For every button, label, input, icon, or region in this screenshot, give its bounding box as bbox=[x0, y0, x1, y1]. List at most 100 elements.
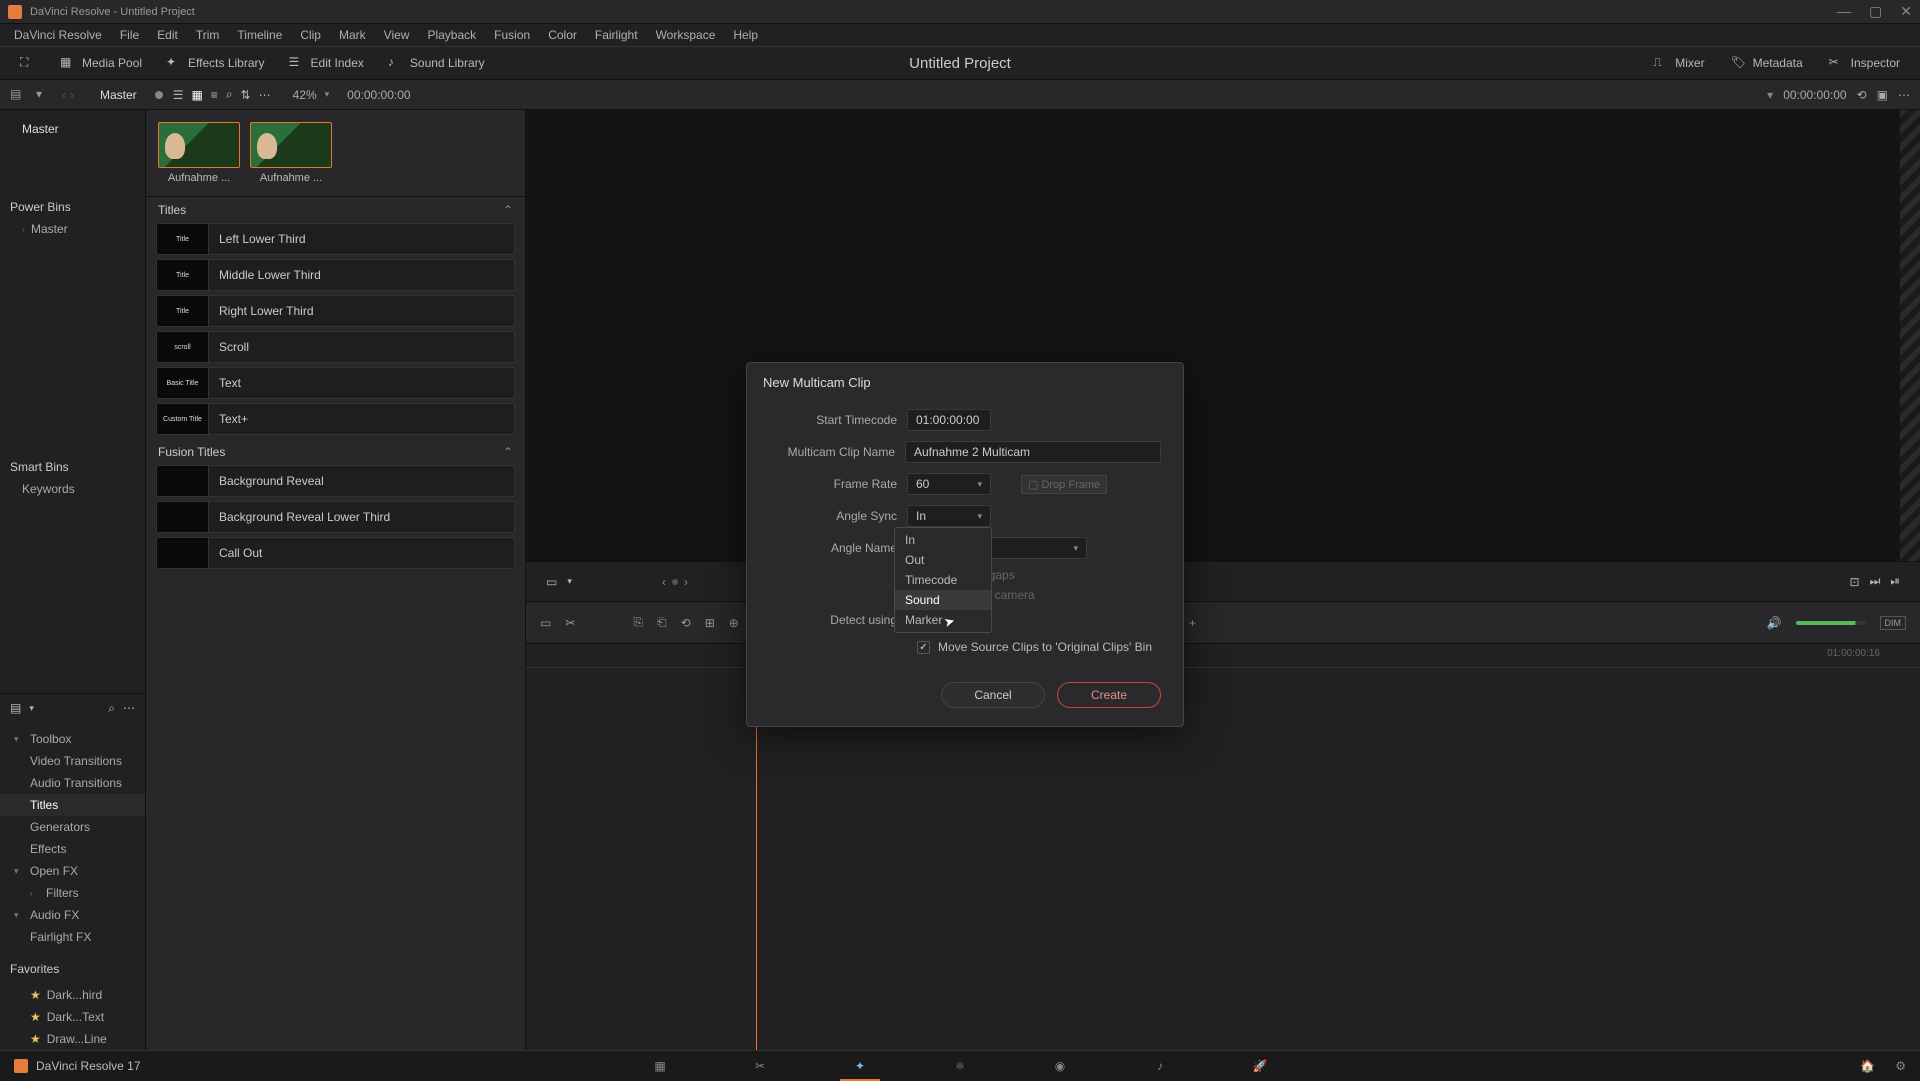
fav-item-2[interactable]: ★Dark...Text bbox=[0, 1006, 145, 1028]
fx-filters[interactable]: ›Filters bbox=[0, 882, 145, 904]
sync-icon[interactable]: ⟲ bbox=[1857, 88, 1867, 102]
more-icon-r[interactable]: ⋯ bbox=[1898, 88, 1910, 102]
fx-view-icon[interactable]: ▤ bbox=[10, 701, 21, 715]
start-tc-input[interactable]: 01:00:00:00 bbox=[907, 409, 991, 431]
dim-button[interactable]: DIM bbox=[1880, 616, 1907, 630]
menu-edit[interactable]: Edit bbox=[149, 26, 186, 44]
viewer-dropdown-icon[interactable]: ▾ bbox=[1767, 88, 1773, 102]
next-clip-icon[interactable]: › bbox=[684, 575, 688, 589]
fx-openfx[interactable]: ▾Open FX bbox=[0, 860, 145, 882]
mixer-button[interactable]: ⎍Mixer bbox=[1645, 51, 1712, 75]
menu-mark[interactable]: Mark bbox=[331, 26, 374, 44]
deliver-page-icon[interactable]: 🚀 bbox=[1250, 1058, 1270, 1074]
title-item[interactable]: TitleRight Lower Third bbox=[156, 295, 515, 327]
fav-item-1[interactable]: ★Dark...hird bbox=[0, 984, 145, 1006]
timeline[interactable]: 01:00:00:16 bbox=[526, 643, 1920, 1050]
append-icon[interactable]: ⊕ bbox=[729, 616, 739, 630]
fx-audiofx[interactable]: ▾Audio FX bbox=[0, 904, 145, 926]
edit-index-button[interactable]: ☰Edit Index bbox=[281, 51, 372, 75]
fx-fairlight[interactable]: Fairlight FX bbox=[0, 926, 145, 948]
frame-rate-select[interactable]: 60▾ bbox=[907, 473, 991, 495]
fusion-title-item[interactable]: Background Reveal Lower Third bbox=[156, 501, 515, 533]
title-item[interactable]: TitleMiddle Lower Third bbox=[156, 259, 515, 291]
sort-icon[interactable]: ⇅ bbox=[241, 88, 251, 102]
list-view-icon[interactable]: ☰ bbox=[173, 88, 184, 102]
cancel-button[interactable]: Cancel bbox=[941, 682, 1045, 708]
settings-icon[interactable]: ⚙ bbox=[1895, 1059, 1906, 1073]
dropdown-option-in[interactable]: In bbox=[895, 530, 991, 550]
menu-app[interactable]: DaVinci Resolve bbox=[6, 26, 110, 44]
angle-sync-select[interactable]: In▾ bbox=[907, 505, 991, 527]
dropdown-option-sound[interactable]: Sound bbox=[895, 590, 991, 610]
blade-tool-icon[interactable]: ✂ bbox=[565, 616, 575, 630]
fx-more-icon[interactable]: ⋯ bbox=[123, 701, 135, 715]
edit-page-icon[interactable]: ✦ bbox=[850, 1058, 870, 1074]
menu-timeline[interactable]: Timeline bbox=[229, 26, 290, 44]
go-last-icon[interactable]: ⏯ bbox=[1890, 574, 1900, 589]
close-icon[interactable]: ✕ bbox=[1900, 3, 1912, 20]
prev-clip-icon[interactable]: ‹ bbox=[662, 575, 666, 589]
fx-toolbox[interactable]: ▾Toolbox bbox=[0, 728, 145, 750]
more-icon[interactable]: ⋯ bbox=[259, 88, 271, 102]
menu-file[interactable]: File bbox=[112, 26, 147, 44]
fit-icon[interactable]: ⊞ bbox=[705, 616, 715, 630]
menu-color[interactable]: Color bbox=[540, 26, 585, 44]
timeline-ruler[interactable]: 01:00:00:16 bbox=[526, 644, 1920, 668]
fusion-title-item[interactable]: Background Reveal bbox=[156, 465, 515, 497]
title-item[interactable]: TitleLeft Lower Third bbox=[156, 223, 515, 255]
menu-view[interactable]: View bbox=[376, 26, 418, 44]
viewer-mode-icon[interactable]: ▭ bbox=[546, 575, 557, 589]
color-page-icon[interactable]: ◉ bbox=[1050, 1058, 1070, 1074]
menu-fairlight[interactable]: Fairlight bbox=[587, 26, 646, 44]
fx-titles[interactable]: Titles bbox=[0, 794, 145, 816]
fusion-page-icon[interactable]: ⚛ bbox=[950, 1058, 970, 1074]
viewer-menu-icon[interactable]: ▾ bbox=[567, 576, 572, 587]
menu-trim[interactable]: Trim bbox=[188, 26, 228, 44]
fx-effects[interactable]: Effects bbox=[0, 838, 145, 860]
zoom-in-icon[interactable]: + bbox=[1189, 616, 1196, 630]
go-end-icon[interactable]: ⏭ bbox=[1870, 574, 1881, 589]
sound-library-button[interactable]: ♪Sound Library bbox=[380, 51, 493, 75]
insert-icon[interactable]: ⎘ bbox=[633, 615, 643, 630]
minimize-icon[interactable]: — bbox=[1837, 3, 1851, 20]
fx-search-icon[interactable]: ⌕ bbox=[108, 701, 115, 716]
bin-view-icon[interactable]: ▤ bbox=[10, 87, 26, 103]
metadata-button[interactable]: 🏷Metadata bbox=[1723, 51, 1811, 75]
dropdown-option-out[interactable]: Out bbox=[895, 550, 991, 570]
menu-fusion[interactable]: Fusion bbox=[486, 26, 538, 44]
create-button[interactable]: Create bbox=[1057, 682, 1161, 708]
bin-menu-icon[interactable]: ▾ bbox=[36, 87, 52, 103]
expand-icon[interactable]: ⛶ bbox=[12, 51, 44, 75]
strip-view-icon[interactable]: ≡ bbox=[211, 88, 218, 102]
media-pool-button[interactable]: ▦Media Pool bbox=[52, 51, 150, 75]
favorites-header[interactable]: Favorites bbox=[0, 954, 145, 984]
title-item[interactable]: Custom TitleText+ bbox=[156, 403, 515, 435]
fx-video-transitions[interactable]: Video Transitions bbox=[0, 750, 145, 772]
fx-generators[interactable]: Generators bbox=[0, 816, 145, 838]
zoom-percent[interactable]: 42% bbox=[293, 88, 317, 102]
smart-bin-keywords[interactable]: Keywords bbox=[10, 478, 135, 500]
home-icon[interactable]: 🏠 bbox=[1860, 1059, 1875, 1073]
menu-workspace[interactable]: Workspace bbox=[648, 26, 724, 44]
power-bin-master[interactable]: ›Master bbox=[10, 218, 135, 240]
move-clips-checkbox-row[interactable]: ✓ Move Source Clips to 'Original Clips' … bbox=[769, 640, 1161, 654]
smart-bins-header[interactable]: Smart Bins bbox=[10, 456, 135, 478]
clip-name-input[interactable]: Aufnahme 2 Multicam bbox=[905, 441, 1161, 463]
fusion-title-item[interactable]: Call Out bbox=[156, 537, 515, 569]
replace-icon[interactable]: ⟲ bbox=[681, 616, 691, 630]
power-bins-header[interactable]: Power Bins bbox=[10, 196, 135, 218]
menu-playback[interactable]: Playback bbox=[419, 26, 484, 44]
dropdown-option-timecode[interactable]: Timecode bbox=[895, 570, 991, 590]
selection-tool-icon[interactable]: ▭ bbox=[540, 616, 551, 630]
thumb-view-icon[interactable]: ▦ bbox=[191, 88, 202, 102]
bin-master[interactable]: Master bbox=[10, 118, 135, 140]
search-icon[interactable]: ⌕ bbox=[226, 87, 233, 102]
menu-help[interactable]: Help bbox=[725, 26, 766, 44]
title-item[interactable]: Basic TitleText bbox=[156, 367, 515, 399]
match-frame-icon[interactable]: ⊡ bbox=[1850, 575, 1860, 589]
zoom-caret[interactable]: ▾ bbox=[325, 89, 330, 100]
fav-item-3[interactable]: ★Draw...Line bbox=[0, 1028, 145, 1050]
fairlight-page-icon[interactable]: ♪ bbox=[1150, 1058, 1170, 1074]
dual-view-icon[interactable]: ▣ bbox=[1877, 88, 1888, 102]
media-page-icon[interactable]: ▦ bbox=[650, 1058, 670, 1074]
